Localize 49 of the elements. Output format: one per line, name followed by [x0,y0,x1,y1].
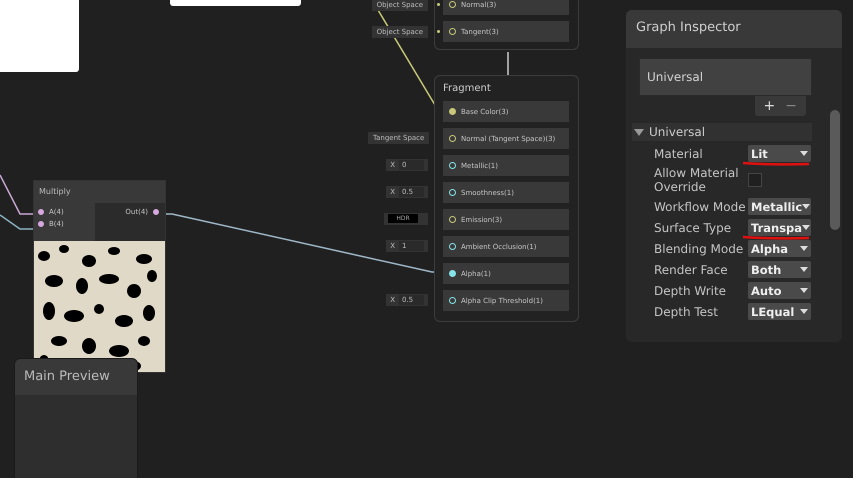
port-icon[interactable] [449,28,456,35]
caret-icon [800,309,808,314]
port-icon[interactable] [38,221,44,227]
port-icon[interactable] [38,209,44,215]
node-title: Fragment [443,82,492,95]
property-label: Blending Mode [654,242,744,256]
property-dropdown[interactable]: LEqual [748,303,811,320]
caret-icon [800,151,808,156]
caret-icon [802,204,810,209]
property-dropdown[interactable]: Auto [748,282,811,299]
port-icon[interactable] [449,108,456,115]
port-icon[interactable] [449,270,456,277]
connection-wire [507,52,509,76]
scroll-thumb[interactable] [830,110,840,230]
property-label: Material [654,146,704,160]
port-dot-icon [437,30,440,33]
section-header[interactable]: Universal [632,123,812,141]
property-dropdown[interactable]: Transpa [748,219,811,236]
port-icon[interactable] [449,297,456,304]
checkbox[interactable] [748,173,762,187]
panel-title: Main Preview [15,359,137,395]
port-icon[interactable] [449,1,456,8]
add-button[interactable]: + [760,97,778,115]
property-dropdown[interactable]: Metallic [748,198,811,215]
property-dropdown[interactable]: Both [748,261,811,278]
caret-icon [800,267,808,272]
node-title: Multiply [34,181,165,203]
panel-title: Graph Inspector [626,10,842,48]
port-icon[interactable] [449,162,456,169]
property-label: Surface Type [654,220,732,234]
property-dropdown[interactable]: Lit [748,145,811,162]
port-icon[interactable] [449,135,456,142]
foldout-triangle-icon[interactable] [634,128,644,136]
caret-icon [802,225,810,230]
property-dropdown[interactable]: Alpha [748,240,811,257]
property-label: Render Face [654,262,729,276]
property-label: Depth Write [654,284,728,298]
property-label: Depth Test [654,304,719,318]
caret-icon [800,288,808,293]
section-title: Universal [649,125,706,139]
port-dot-icon [437,3,440,6]
port-icon[interactable] [449,243,456,250]
caret-icon [800,246,808,251]
port-icon[interactable] [449,189,456,196]
property-label: Allow Material Override [654,166,740,194]
property-label: Workflow Mode [654,200,747,214]
port-icon[interactable] [449,216,456,223]
target-item[interactable]: Universal [640,70,811,84]
port-icon[interactable] [153,209,159,215]
